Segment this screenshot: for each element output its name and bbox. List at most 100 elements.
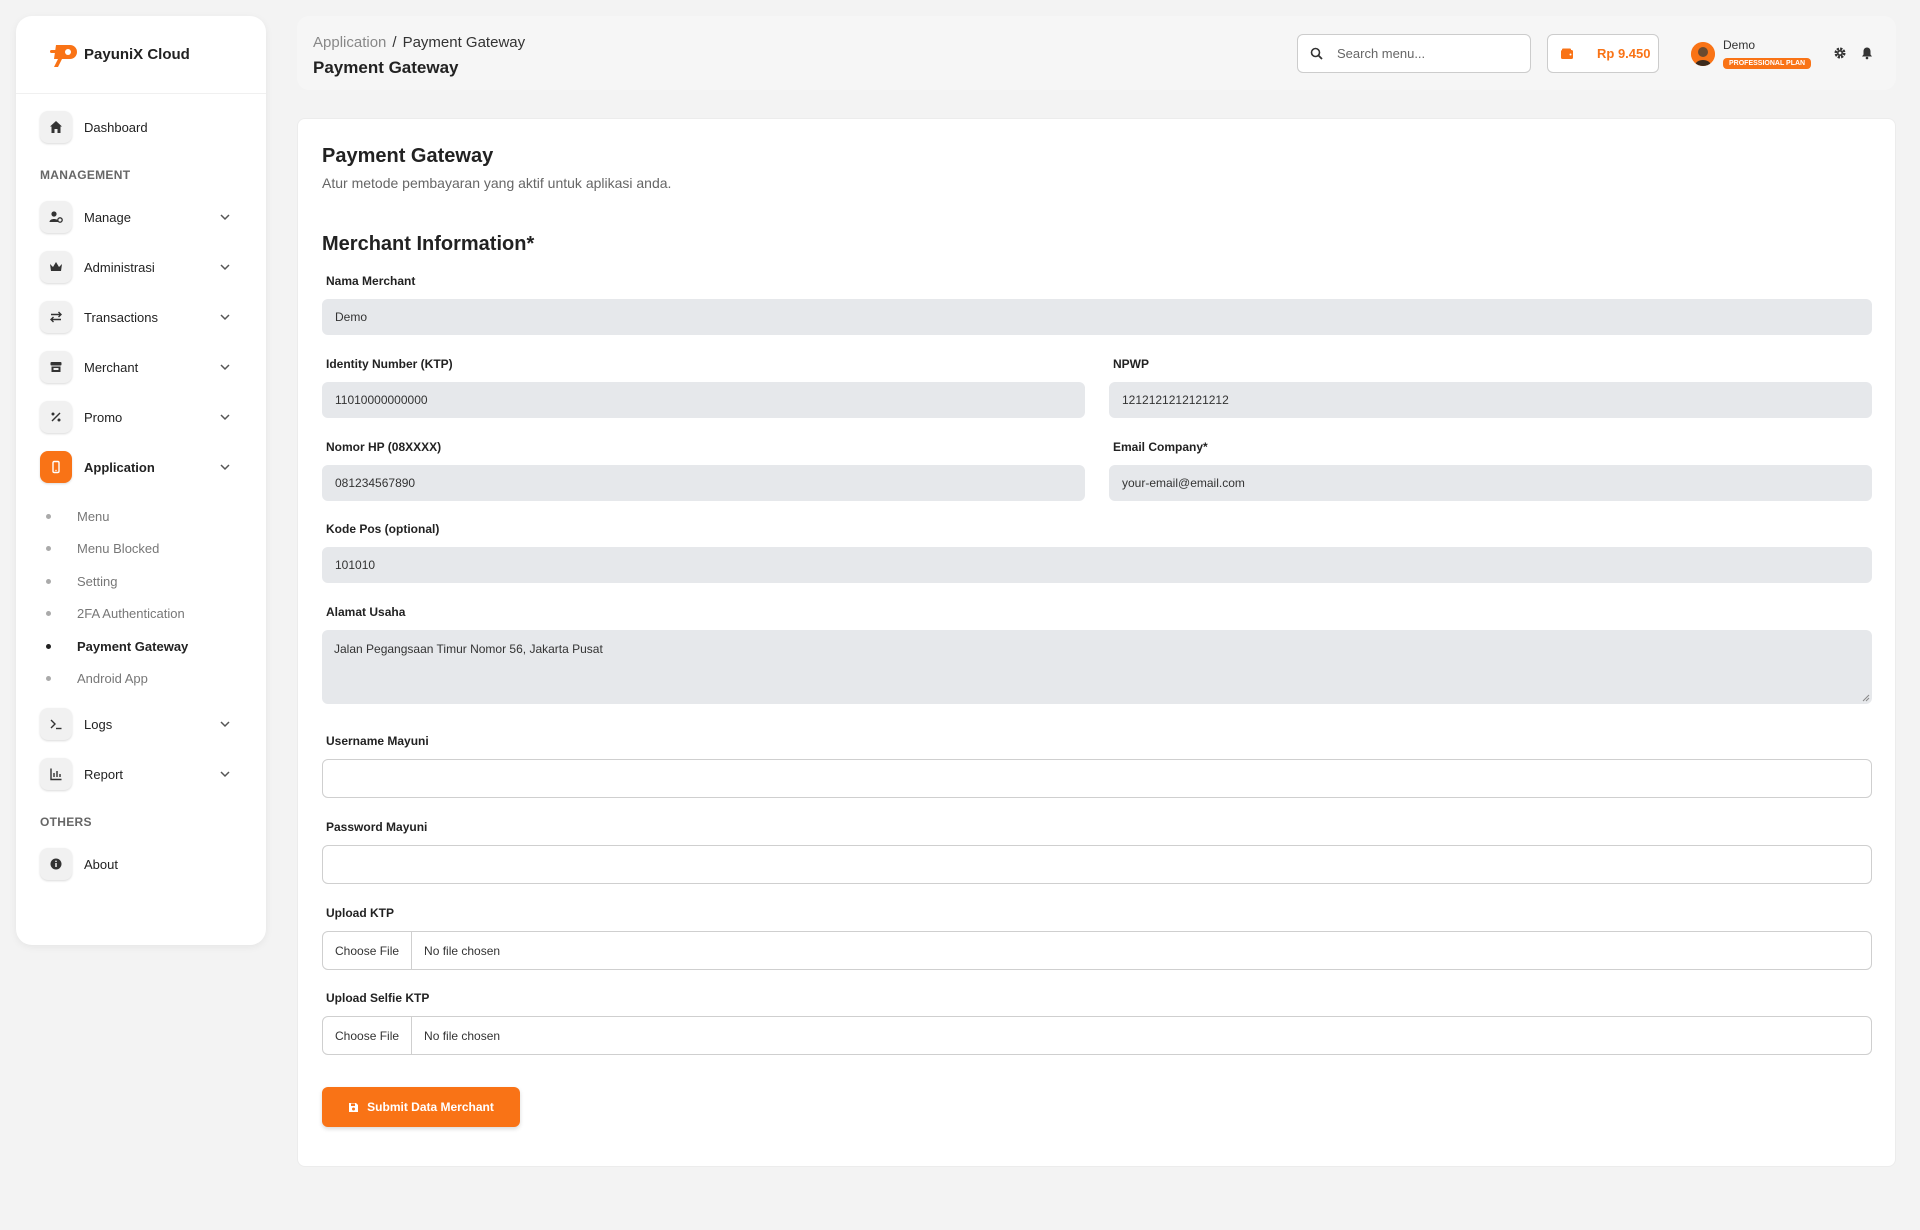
chevron-down-icon[interactable] [218,260,232,274]
sidebar-item-logs[interactable]: Logs [40,699,242,749]
username-input[interactable] [322,759,1872,798]
bullet-dot [46,676,51,682]
chevron-down-icon[interactable] [218,767,232,781]
user-cog-icon [40,201,72,233]
submit-label: Submit Data Merchant [367,1100,494,1114]
arrows-exchange-icon [40,301,72,333]
upload-selfie-input[interactable]: Choose File No file chosen [322,1016,1872,1055]
alamat-value: Jalan Pegangsaan Timur Nomor 56, Jakarta… [334,642,603,656]
username-label: Username Mayuni [326,734,429,748]
chevron-down-icon[interactable] [218,460,232,474]
password-label: Password Mayuni [326,820,428,834]
bullet-dot [46,643,51,649]
sidebar-item-about[interactable]: About [40,839,242,889]
wallet-icon [1561,48,1573,59]
percent-icon [40,401,72,433]
sidebar-item-report[interactable]: Report [40,749,242,799]
brand[interactable]: PayuniX Cloud [16,16,266,94]
store-icon [40,351,72,383]
sidebar-subitem-setting[interactable]: Setting [40,565,266,598]
breadcrumb-parent[interactable]: Application [313,34,386,51]
kodepos-field[interactable]: 101010 [322,547,1872,583]
resize-handle-icon[interactable] [1862,694,1870,702]
header-title: Payment Gateway [313,58,459,77]
sidebar-subitem-menu-blocked[interactable]: Menu Blocked [40,533,266,566]
sidebar-item-label: Manage [84,209,131,225]
search-box[interactable] [1297,34,1531,73]
main-card: Payment Gateway Atur metode pembayaran y… [297,118,1896,1167]
sidebar-item-label: About [84,856,118,872]
user-name: Demo [1723,38,1756,52]
search-icon [1310,47,1323,60]
sidebar-item-label: Transactions [84,309,158,325]
bell-icon[interactable] [1860,46,1874,60]
terminal-icon [40,708,72,740]
gear-icon[interactable] [1833,46,1847,60]
chevron-down-icon[interactable] [218,410,232,424]
npwp-label: NPWP [1113,357,1149,371]
bullet-dot [46,546,51,552]
info-icon [40,848,72,880]
password-input[interactable] [322,845,1872,884]
sidebar-item-dashboard[interactable]: Dashboard [40,102,242,152]
wallet-balance[interactable]: Rp 9.450 [1547,34,1659,73]
search-input[interactable] [1337,46,1507,61]
sidebar-subitem-label: Menu Blocked [77,541,160,557]
chevron-down-icon[interactable] [218,310,232,324]
choose-file-button[interactable]: Choose File [323,932,413,969]
sidebar-item-promo[interactable]: Promo [40,392,242,442]
ktp-field[interactable]: 11010000000000 [322,382,1085,418]
sidebar-item-label: Dashboard [84,119,148,135]
nama-merchant-label: Nama Merchant [326,274,416,288]
sidebar-item-manage[interactable]: Manage [40,192,242,242]
breadcrumb-current: Payment Gateway [402,34,526,51]
sidebar-item-label: Logs [84,716,113,732]
sidebar-item-merchant[interactable]: Merchant [40,342,242,392]
ktp-label: Identity Number (KTP) [326,357,453,371]
sidebar-item-transactions[interactable]: Transactions [40,292,242,342]
npwp-field[interactable]: 1212121212121212 [1109,382,1872,418]
bullet-dot [46,611,51,617]
sidebar-item-label: Administrasi [84,259,155,275]
upload-selfie-label: Upload Selfie KTP [326,991,430,1005]
section-title-management: MANAGEMENT [40,168,131,182]
email-label: Email Company* [1113,440,1208,454]
save-icon [349,1102,359,1112]
sidebar-subitem-label: 2FA Authentication [77,606,185,622]
top-header: Application / Payment Gateway Payment Gate… [297,16,1896,90]
sidebar-item-label: Merchant [84,359,139,375]
page-title: Payment Gateway [322,145,494,167]
chevron-down-icon[interactable] [218,210,232,224]
upload-ktp-input[interactable]: Choose File No file chosen [322,931,1872,970]
sidebar: PayuniX Cloud Dashboard MANAGEMENT Manag… [16,16,266,945]
sidebar-subitem-2fa[interactable]: 2FA Authentication [40,598,266,631]
sidebar-subitem-menu[interactable]: Menu [40,500,266,533]
alamat-label: Alamat Usaha [326,605,406,619]
section-title-others: OTHERS [40,815,92,829]
file-status: No file chosen [424,943,501,958]
email-field[interactable]: your-email@email.com [1109,465,1872,501]
alamat-textarea[interactable]: Jalan Pegangsaan Timur Nomor 56, Jakarta… [322,630,1872,704]
sidebar-item-application[interactable]: Application [40,442,242,492]
sidebar-item-administrasi[interactable]: Administrasi [40,242,242,292]
submit-merchant-button[interactable]: Submit Data Merchant [322,1087,520,1127]
chevron-down-icon[interactable] [218,717,232,731]
breadcrumb: Application / Payment Gateway [313,34,525,51]
choose-file-button[interactable]: Choose File [323,1017,413,1054]
phone-field[interactable]: 081234567890 [322,465,1085,501]
sidebar-item-label: Report [84,766,124,782]
user-menu[interactable]: Demo PROFESSIONAL PLAN [1691,38,1812,70]
mobile-icon [40,451,72,483]
brand-name: PayuniX Cloud [84,46,190,63]
sidebar-subitem-android-app[interactable]: Android App [40,663,266,696]
kodepos-label: Kode Pos (optional) [326,522,440,536]
chart-icon [40,758,72,790]
home-icon [40,111,72,143]
sidebar-subitem-payment-gateway[interactable]: Payment Gateway [40,630,266,663]
chevron-down-icon[interactable] [218,360,232,374]
sidebar-subitem-label: Setting [77,573,118,589]
page-subtitle: Atur metode pembayaran yang aktif untuk … [322,175,672,191]
hp-label: Nomor HP (08XXXX) [326,440,442,454]
nama-merchant-field[interactable]: Demo [322,299,1872,335]
sidebar-item-label: Promo [84,409,123,425]
